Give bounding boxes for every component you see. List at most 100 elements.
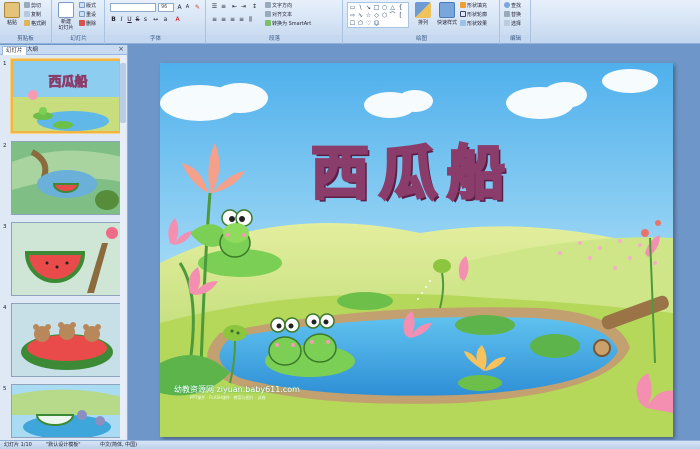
tab-slides[interactable]: 幻灯片: [2, 46, 27, 55]
text-direction-button[interactable]: 文字方向: [265, 2, 292, 10]
spacing-icon[interactable]: ↔: [152, 16, 159, 23]
clear-format-icon[interactable]: ✎: [194, 4, 201, 11]
replace-button[interactable]: 替换: [504, 11, 521, 19]
theme-name: "默认设计模板": [46, 442, 81, 448]
increase-indent-icon[interactable]: ⇥: [240, 3, 247, 10]
watermark-text: 幼教资源网 ziyuan.baby611.com: [174, 385, 300, 394]
smartart-button[interactable]: 转换为 SmartArt: [265, 20, 311, 28]
align-right-icon[interactable]: ≡: [229, 16, 236, 23]
slide-number: 1: [3, 61, 7, 67]
justify-icon[interactable]: ≡: [238, 16, 245, 23]
paste-icon: [4, 2, 20, 18]
delete-slide-button[interactable]: 删除: [79, 20, 96, 28]
effects-icon: [460, 20, 466, 26]
underline-icon[interactable]: U: [126, 16, 133, 23]
shrink-font-icon[interactable]: A: [184, 4, 191, 11]
paragraph-group: ☰ ≡ ⇤ ⇥ ↕ ≡ ≡ ≡ ≡ ⫼ 文字方向 对齐文本 转换为 SmartA…: [207, 0, 343, 44]
slide-thumbnail-4[interactable]: 4: [0, 303, 128, 381]
align-text-button[interactable]: 对齐文本: [265, 11, 292, 19]
line-shape-icon[interactable]: \: [357, 4, 364, 11]
slides-group: 新建 幻灯片 版式 重设 删除 幻灯片: [53, 0, 105, 44]
shadow-icon[interactable]: s: [142, 16, 149, 23]
quick-styles-icon: [439, 2, 455, 18]
clipboard-group-label: 剪贴板: [0, 35, 51, 43]
hexagon-shape-icon[interactable]: ⬡: [381, 12, 388, 19]
font-size-field[interactable]: 96: [158, 3, 174, 12]
slide-canvas[interactable]: 西瓜船 幼教资源网 ziyuan.baby611.com PPT课件 · FLA…: [160, 63, 673, 437]
delete-icon: [79, 20, 85, 26]
slide-number: 3: [3, 224, 7, 230]
curve-shape-icon[interactable]: ∿: [357, 12, 364, 19]
heart-shape-icon[interactable]: ♡: [365, 20, 372, 27]
thumbnail-image: [11, 141, 121, 215]
format-painter-button[interactable]: 格式刷: [24, 20, 46, 28]
oval-shape-icon[interactable]: ○: [381, 4, 388, 11]
triangle-shape-icon[interactable]: △: [389, 4, 396, 11]
replace-icon: [504, 11, 510, 17]
grow-font-icon[interactable]: A: [176, 4, 183, 11]
smiley-shape-icon[interactable]: ☺: [373, 20, 380, 27]
shapes-gallery[interactable]: ▭ \ ↘ □ ○ △ { ⇨ ∿ ☆ ◇ ⬡ ⌒ [ ☐ ⬠ ♡ ☺: [347, 2, 409, 28]
slide-thumbnail-3[interactable]: 3: [0, 222, 128, 300]
italic-icon[interactable]: I: [118, 16, 125, 23]
bullets-icon[interactable]: ☰: [211, 3, 218, 10]
slide-number: 4: [3, 305, 7, 311]
panel-tabs: 幻灯片 大纲 ×: [0, 45, 127, 55]
strikethrough-icon[interactable]: S: [134, 16, 141, 23]
columns-icon[interactable]: ⫼: [247, 16, 254, 23]
numbering-icon[interactable]: ≡: [220, 3, 227, 10]
shape-outline-button[interactable]: 形状轮廓: [460, 11, 487, 19]
brace-shape-icon[interactable]: {: [397, 4, 404, 11]
layout-button[interactable]: 版式: [79, 2, 96, 10]
rectangle-shape-icon[interactable]: □: [373, 4, 380, 11]
line-spacing-icon[interactable]: ↕: [251, 3, 258, 10]
pentagon-shape-icon[interactable]: ⬠: [357, 20, 364, 27]
diamond-shape-icon[interactable]: ◇: [373, 12, 380, 19]
drawing-group-label: 绘图: [344, 35, 499, 43]
right-arrow-shape-icon[interactable]: ⇨: [349, 12, 356, 19]
scrollbar-thumb[interactable]: [120, 63, 126, 123]
quick-styles-button[interactable]: 快速样式: [435, 2, 459, 26]
arc-shape-icon[interactable]: ⌒: [389, 12, 396, 19]
slide-number: 2: [3, 143, 7, 149]
bracket-shape-icon[interactable]: [: [397, 12, 404, 19]
align-left-icon[interactable]: ≡: [211, 16, 218, 23]
slide-title-text: 西瓜船: [309, 138, 515, 209]
align-center-icon[interactable]: ≡: [220, 16, 227, 23]
new-slide-button[interactable]: 新建 幻灯片: [55, 2, 77, 31]
tab-outline[interactable]: 大纲: [24, 46, 41, 55]
cut-button[interactable]: 剪切: [24, 2, 41, 10]
callout-shape-icon[interactable]: ☐: [349, 20, 356, 27]
slide-title[interactable]: 西瓜船: [293, 136, 533, 211]
close-icon[interactable]: ×: [118, 45, 124, 53]
bold-icon[interactable]: B: [110, 16, 117, 23]
thumb-title-text: 西瓜船: [48, 74, 87, 90]
copy-button[interactable]: 复制: [24, 11, 41, 19]
paragraph-group-label: 段落: [207, 35, 342, 43]
star-shape-icon[interactable]: ☆: [365, 12, 372, 19]
frog-left: [219, 209, 253, 258]
arrange-button[interactable]: 排列: [413, 2, 433, 26]
shape-effects-button[interactable]: 形状效果: [460, 20, 487, 28]
slide-thumbnail-2[interactable]: 2: [0, 141, 128, 219]
outline-icon: [460, 11, 466, 17]
slide-thumbnail-1[interactable]: 1 西瓜船: [0, 59, 128, 137]
panel-scrollbar[interactable]: [120, 55, 126, 439]
arrow-shape-icon[interactable]: ↘: [365, 4, 372, 11]
reset-button[interactable]: 重设: [79, 11, 96, 19]
shape-fill-button[interactable]: 形状填充: [460, 2, 487, 10]
decrease-indent-icon[interactable]: ⇤: [231, 3, 238, 10]
slide-number: 5: [3, 386, 7, 392]
watermark-subtext: PPT课件 · FLASH课件 · 教案与图片 · 试卷: [190, 395, 266, 400]
select-button[interactable]: 选择: [504, 20, 521, 28]
align-text-icon: [265, 11, 271, 17]
editing-group: 查找 替换 选择 编辑: [501, 0, 531, 44]
font-color-icon[interactable]: A: [174, 16, 181, 23]
ribbon: 粘贴 剪切 复制 格式刷 剪贴板 新建 幻灯片 版式 重设 删除 幻灯片 96 …: [0, 0, 700, 44]
change-case-icon[interactable]: a: [162, 16, 169, 23]
paste-button[interactable]: 粘贴: [2, 2, 22, 26]
find-button[interactable]: 查找: [504, 2, 521, 10]
editing-group-label: 编辑: [501, 35, 530, 43]
text-box-shape-icon[interactable]: ▭: [349, 4, 356, 11]
font-name-field[interactable]: [110, 3, 156, 12]
